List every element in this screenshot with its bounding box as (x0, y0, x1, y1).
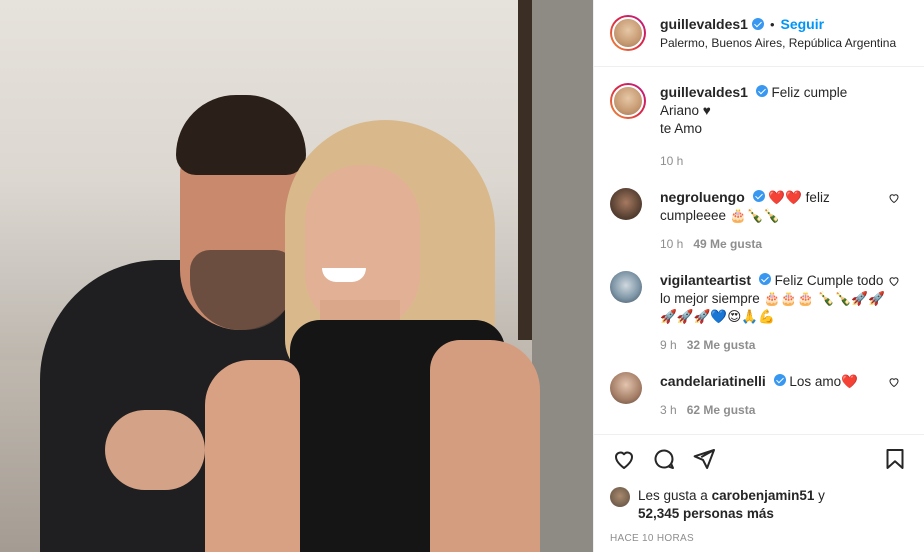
comment-timestamp[interactable]: 3 h (660, 401, 677, 419)
verified-badge-icon (752, 190, 765, 202)
author-avatar[interactable] (610, 15, 646, 51)
comment-likes[interactable]: 32 Me gusta (687, 336, 756, 354)
caption-timestamp[interactable]: 10 h (660, 152, 683, 170)
likes-summary: Les gusta a carobenjamin51 y 52,345 pers… (610, 487, 909, 523)
comment-text: Los amo❤️ (789, 374, 858, 389)
likes-prefix: Les gusta a (638, 488, 708, 503)
verified-badge-icon (773, 374, 786, 386)
comment-icon[interactable] (650, 445, 678, 473)
comment-username[interactable]: candelariatinelli (660, 373, 766, 389)
commenter-avatar[interactable] (610, 188, 642, 220)
photo-hand (105, 410, 205, 490)
post-photo[interactable] (0, 0, 593, 552)
comment-timestamp[interactable]: 9 h (660, 336, 677, 354)
post-side-panel: guillevaldes1 • Seguir Palermo, Buenos A… (593, 0, 924, 552)
post-actions: Les gusta a carobenjamin51 y 52,345 pers… (594, 434, 924, 544)
post-location[interactable]: Palermo, Buenos Aires, República Argenti… (660, 36, 896, 50)
heart-icon[interactable] (888, 376, 900, 388)
photo-frame (518, 0, 532, 340)
liker-avatar[interactable] (610, 487, 630, 507)
share-icon[interactable] (690, 445, 718, 473)
comment-item: negroluengo ❤️❤️ feliz cumpleeee 🎂🍾🍾 10 … (610, 188, 908, 253)
comment-username[interactable]: negroluengo (660, 189, 745, 205)
photo-wall-right (532, 0, 593, 552)
comment-username[interactable]: vigilanteartist (660, 272, 751, 288)
commenter-avatar[interactable] (610, 271, 642, 303)
caption-text-line2: te Amo (660, 121, 703, 136)
comment-item: vigilanteartist Feliz Cumple todo lo mej… (610, 271, 908, 354)
verified-badge-icon (755, 85, 768, 97)
comment-timestamp[interactable]: 10 h (660, 235, 683, 253)
caption-username[interactable]: guillevaldes1 (660, 84, 748, 100)
photo-woman-arm-left (205, 360, 300, 552)
post-time-ago[interactable]: HACE 10 HORAS (610, 533, 909, 544)
author-username[interactable]: guillevaldes1 (660, 16, 748, 32)
comment-likes[interactable]: 49 Me gusta (693, 235, 762, 253)
comment-likes[interactable]: 62 Me gusta (687, 401, 756, 419)
verified-badge-icon (751, 18, 764, 30)
heart-icon[interactable] (888, 192, 900, 204)
heart-icon[interactable] (888, 275, 900, 287)
action-bar (610, 445, 909, 473)
heart-icon[interactable] (610, 445, 638, 473)
bookmark-icon[interactable] (881, 445, 909, 473)
commenter-avatar[interactable] (610, 372, 642, 404)
likes-conj: y (818, 488, 825, 503)
caption-author-avatar[interactable] (610, 83, 646, 119)
instagram-post-modal: guillevaldes1 • Seguir Palermo, Buenos A… (0, 0, 924, 552)
likes-count[interactable]: 52,345 personas más (638, 506, 774, 521)
follow-button[interactable]: Seguir (781, 16, 825, 32)
liker-username[interactable]: carobenjamin51 (712, 488, 815, 503)
photo-woman-arm-right (430, 340, 540, 552)
post-header: guillevaldes1 • Seguir Palermo, Buenos A… (594, 0, 924, 67)
comments-list[interactable]: guillevaldes1 Feliz cumple Ariano ♥ te A… (594, 67, 924, 433)
separator-dot: • (769, 16, 775, 32)
caption: guillevaldes1 Feliz cumple Ariano ♥ te A… (610, 83, 908, 170)
comment-item: candelariatinelli Los amo❤️ 3 h 62 Me gu… (610, 372, 908, 419)
verified-badge-icon (758, 273, 771, 285)
